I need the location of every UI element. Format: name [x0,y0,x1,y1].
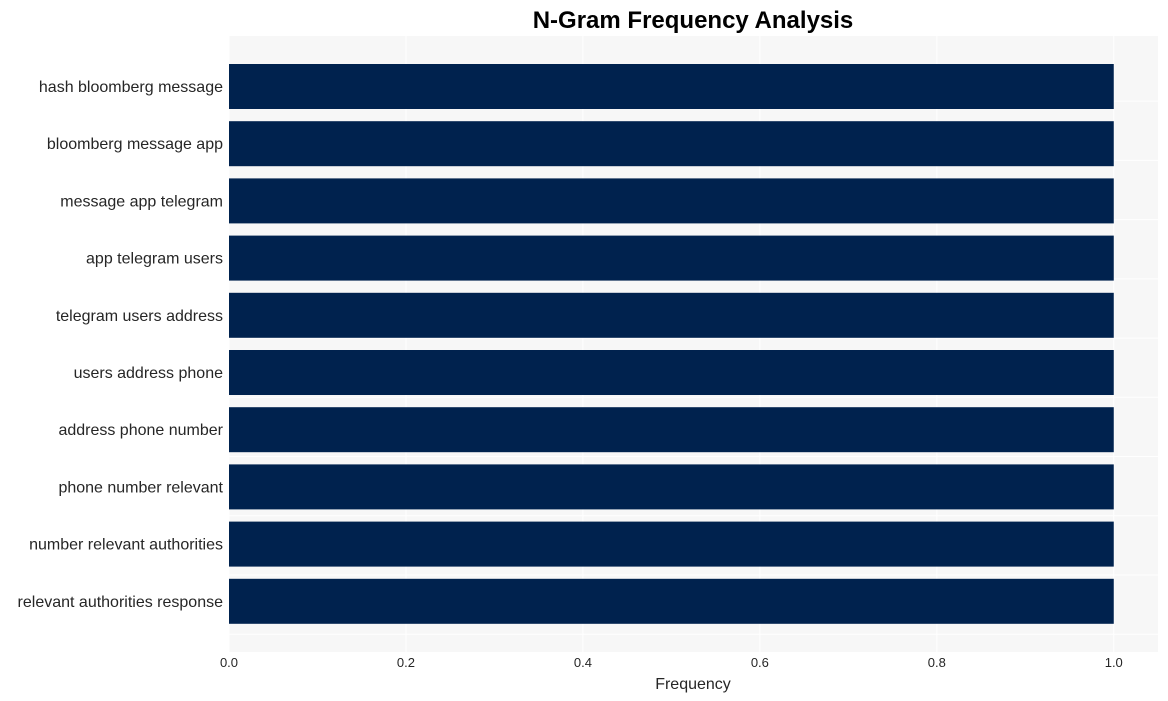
x-tick-labels: 0.0 0.2 0.4 0.6 0.8 1.0 [220,655,1123,670]
y-tick-label: phone number relevant [58,479,223,496]
x-tick-label: 0.2 [397,655,415,670]
x-axis-label: Frequency [655,676,731,693]
bar [229,464,1114,510]
y-tick-labels: hash bloomberg message bloomberg message … [18,79,224,611]
bar [229,121,1114,167]
y-tick-label: hash bloomberg message [39,79,223,96]
x-tick-label: 1.0 [1105,655,1123,670]
x-tick-label: 0.8 [928,655,946,670]
chart-title: N-Gram Frequency Analysis [533,7,854,34]
y-tick-label: users address phone [74,365,224,382]
bar [229,521,1114,567]
y-tick-label: app telegram users [86,251,223,268]
bar [229,235,1114,281]
y-tick-label: message app telegram [60,193,223,210]
y-tick-label: relevant authorities response [18,594,224,611]
y-tick-label: address phone number [58,422,223,439]
bar [229,578,1114,624]
y-tick-label: number relevant authorities [29,537,223,554]
bar [229,350,1114,395]
chart: N-Gram Frequency Analysis hash bloomberg… [18,7,1158,693]
x-tick-label: 0.0 [220,655,238,670]
y-tick-label: bloomberg message app [47,136,223,153]
bar [229,178,1114,224]
x-tick-label: 0.6 [751,655,769,670]
x-tick-label: 0.4 [574,655,592,670]
bar [229,407,1114,453]
bar [229,64,1114,109]
bar [229,292,1114,338]
y-tick-label: telegram users address [56,308,223,325]
